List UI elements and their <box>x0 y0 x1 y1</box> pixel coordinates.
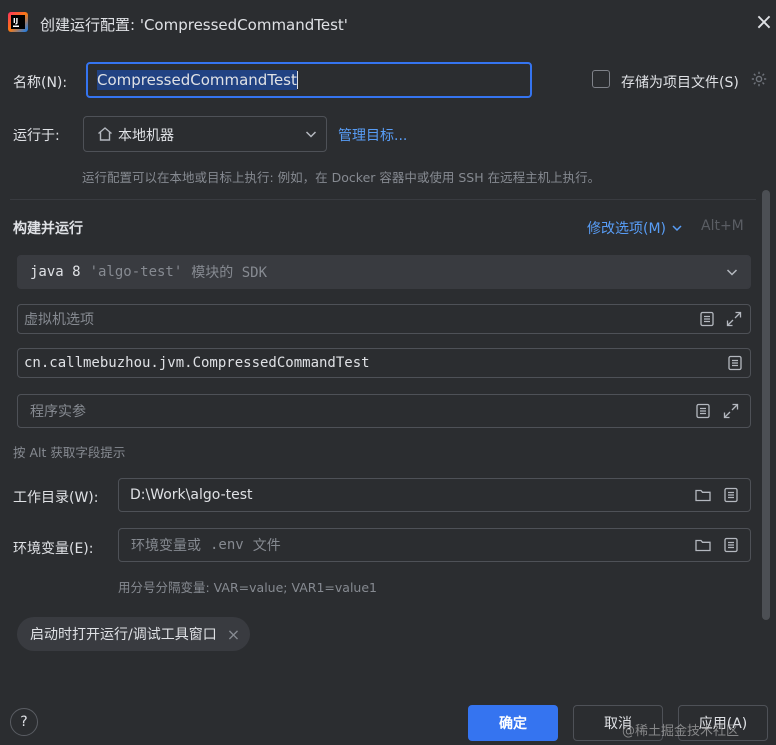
modify-options-button[interactable]: 修改选项(M) <box>587 218 684 238</box>
help-icon: ? <box>20 714 28 730</box>
watermark: @稀土掘金技术社区 <box>622 724 740 739</box>
run-on-label: 运行于: <box>13 128 60 144</box>
chip-label: 启动时打开运行/调试工具窗口 <box>30 627 217 643</box>
vm-options-placeholder: 虚拟机选项 <box>24 312 94 328</box>
store-as-file-label[interactable]: 存储为项目文件(S) <box>621 72 739 92</box>
open-tool-window-chip[interactable]: 启动时打开运行/调试工具窗口 × <box>17 617 251 651</box>
vertical-scrollbar-thumb[interactable] <box>762 190 770 620</box>
text-cursor <box>296 71 298 89</box>
settings-gear-icon <box>750 70 768 88</box>
env-vars-placeholder-mono: .env <box>210 537 244 553</box>
name-label: 名称(N): <box>13 75 68 91</box>
main-class-value: cn.callmebuzhou.jvm.CompressedCommandTes… <box>24 355 370 371</box>
env-vars-label: 环境变量(E): <box>13 541 94 557</box>
working-dir-value: D:\Work\algo-test <box>130 487 253 503</box>
ok-label: 确定 <box>499 716 527 732</box>
expand-icon[interactable] <box>722 402 740 420</box>
folder-icon[interactable] <box>694 536 712 554</box>
vm-options-input[interactable]: 虚拟机选项 <box>17 304 751 334</box>
alt-hint: 按 Alt 获取字段提示 <box>13 445 126 460</box>
chevron-down-icon <box>670 221 684 235</box>
section-title: 构建并运行 <box>13 221 83 237</box>
document-icon[interactable] <box>722 486 740 504</box>
sdk-dropdown[interactable]: java 8 'algo-test' 模块的 SDK <box>17 255 751 289</box>
manage-targets-link[interactable]: 管理目标... <box>338 125 407 145</box>
sdk-suffix: 模块的 SDK <box>191 265 268 281</box>
working-dir-input[interactable]: D:\Work\algo-test <box>118 478 751 512</box>
chevron-down-icon <box>302 125 320 143</box>
name-input[interactable]: CompressedCommandTest <box>86 62 532 98</box>
document-icon[interactable] <box>698 310 716 328</box>
close-button[interactable]: × <box>752 8 776 36</box>
svg-text:IJ: IJ <box>13 17 18 25</box>
document-icon[interactable] <box>722 536 740 554</box>
env-vars-hint: 用分号分隔变量: VAR=value; VAR1=value1 <box>118 580 377 595</box>
sdk-version: java 8 <box>30 264 81 280</box>
program-args-input[interactable]: 程序实参 <box>17 394 751 428</box>
close-icon: × <box>754 9 774 35</box>
home-icon <box>96 125 114 143</box>
section-divider <box>10 199 756 200</box>
window-title: 创建运行配置: 'CompressedCommandTest' <box>40 16 348 34</box>
run-on-value: 本地机器 <box>118 128 174 144</box>
env-vars-placeholder-suffix: 文件 <box>252 538 281 554</box>
working-dir-label: 工作目录(W): <box>13 490 99 506</box>
env-vars-placeholder-text: 环境变量或 <box>131 538 201 554</box>
help-button[interactable]: ? <box>10 708 38 736</box>
chip-remove-icon[interactable]: × <box>227 625 240 644</box>
run-on-dropdown[interactable]: 本地机器 <box>83 116 327 152</box>
sdk-module: 'algo-test' <box>89 264 183 280</box>
app-logo-icon: IJ <box>8 12 28 32</box>
shortcut-hint: Alt+M <box>701 218 744 234</box>
chevron-down-icon <box>723 263 741 281</box>
ok-button[interactable]: 确定 <box>468 705 558 741</box>
program-args-placeholder: 程序实参 <box>30 404 86 420</box>
env-vars-input[interactable]: 环境变量或 .env 文件 <box>118 528 751 562</box>
store-as-file-checkbox[interactable] <box>592 70 610 88</box>
run-on-hint: 运行配置可以在本地或目标上执行: 例如，在 Docker 容器中或使用 SSH … <box>82 170 601 185</box>
expand-icon[interactable] <box>725 310 743 328</box>
name-input-value: CompressedCommandTest <box>97 70 297 90</box>
document-icon[interactable] <box>694 402 712 420</box>
main-class-input[interactable]: cn.callmebuzhou.jvm.CompressedCommandTes… <box>17 348 751 378</box>
folder-icon[interactable] <box>694 486 712 504</box>
document-icon[interactable] <box>726 354 744 372</box>
modify-options-label: 修改选项(M) <box>587 221 667 237</box>
